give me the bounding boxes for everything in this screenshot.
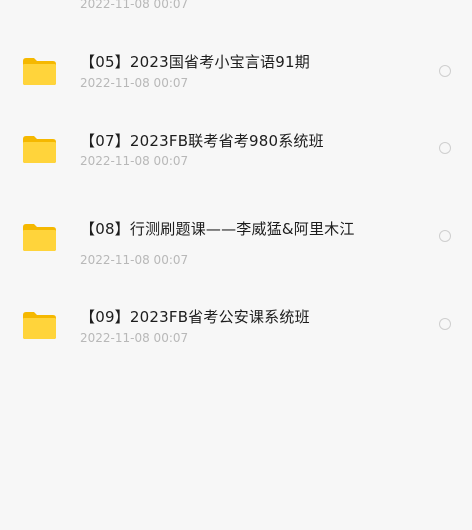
folder-icon [22, 222, 57, 252]
file-list: 2022-11-08 00:07 【05】2023国省考小宝言语91期 2022… [0, 0, 472, 530]
file-name: 【05】2023国省考小宝言语91期 [80, 53, 310, 71]
select-radio[interactable] [439, 142, 451, 154]
file-row-08[interactable]: 【08】行测刷题课——李威猛&阿里木江 2022-11-08 00:07 [0, 198, 472, 276]
file-name: 【07】2023FB联考省考980系统班 [80, 132, 324, 150]
file-name: 【09】2023FB省考公安课系统班 [80, 308, 310, 326]
folder-icon [22, 56, 57, 86]
file-row-07[interactable]: 【07】2023FB联考省考980系统班 2022-11-08 00:07 [0, 110, 472, 188]
file-row-05[interactable]: 【05】2023国省考小宝言语91期 2022-11-08 00:07 [0, 22, 472, 100]
folder-icon [22, 134, 57, 164]
file-row-09[interactable]: 【09】2023FB省考公安课系统班 2022-11-08 00:07 [0, 286, 472, 364]
file-date: 2022-11-08 00:07 [80, 76, 189, 90]
file-date: 2022-11-08 00:07 [80, 154, 189, 168]
select-radio[interactable] [439, 65, 451, 77]
select-radio[interactable] [439, 318, 451, 330]
select-radio[interactable] [439, 230, 451, 242]
file-date: 2022-11-08 00:07 [80, 253, 189, 267]
file-date: 2022-11-08 00:07 [80, 0, 189, 11]
folder-icon [22, 310, 57, 340]
file-date: 2022-11-08 00:07 [80, 331, 189, 345]
file-name: 【08】行测刷题课——李威猛&阿里木江 [80, 220, 355, 238]
